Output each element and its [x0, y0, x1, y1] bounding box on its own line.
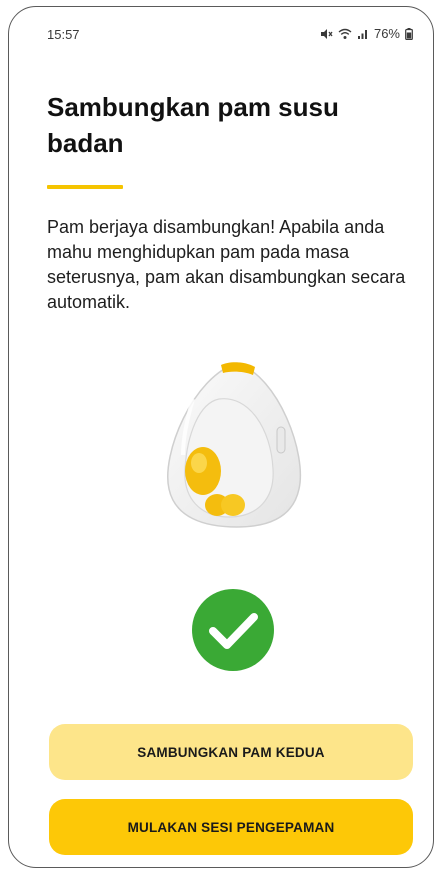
mute-icon: [320, 28, 333, 40]
pump-device-image: [159, 359, 309, 529]
battery-percent: 76%: [373, 26, 400, 41]
page-title: Sambungkan pam susu badan: [47, 92, 339, 158]
wifi-icon: [338, 28, 352, 40]
start-pumping-session-button[interactable]: MULAKAN SESI PENGEPAMAN: [49, 799, 413, 855]
battery-icon: [405, 27, 413, 40]
phone-screen: 15:57 76% Sambungkan pam susu badan Pam …: [8, 6, 434, 868]
status-time: 15:57: [47, 27, 80, 42]
check-circle-icon: [192, 589, 274, 671]
status-bar: 15:57 76%: [9, 7, 433, 57]
connect-second-pump-button[interactable]: SAMBUNGKAN PAM KEDUA: [49, 724, 413, 780]
signal-icon: [357, 28, 369, 40]
title-underline: [47, 185, 123, 189]
status-icons: 76%: [320, 26, 413, 41]
connection-success-message: Pam berjaya disambungkan! Apabila anda m…: [47, 217, 406, 312]
